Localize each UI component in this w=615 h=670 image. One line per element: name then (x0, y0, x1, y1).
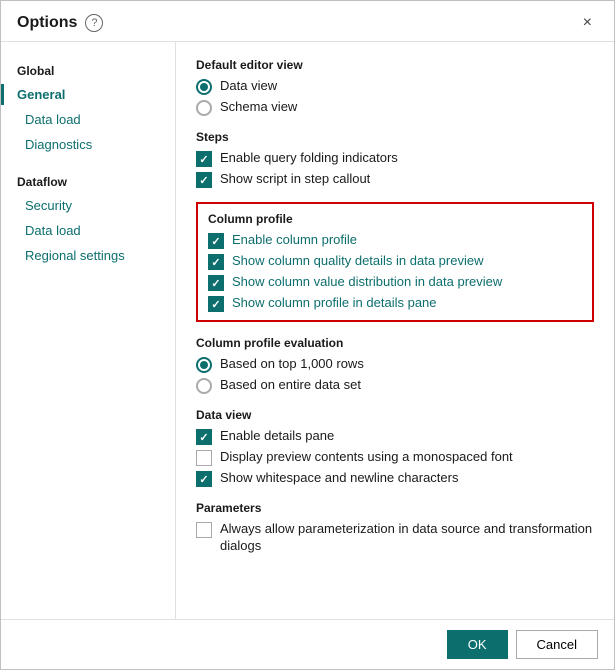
checkbox-enable-details-pane-box (196, 429, 212, 445)
checkbox-value-distribution-box (208, 275, 224, 291)
checkbox-monospaced-font[interactable]: Display preview contents using a monospa… (196, 449, 594, 466)
checkbox-query-folding-label: Enable query folding indicators (220, 150, 398, 167)
global-section-title: Global (1, 58, 175, 82)
checkbox-enable-details-pane[interactable]: Enable details pane (196, 428, 594, 445)
checkbox-enable-column-profile-label: Enable column profile (232, 232, 357, 249)
checkbox-query-folding-box (196, 151, 212, 167)
checkbox-monospaced-font-label: Display preview contents using a monospa… (220, 449, 513, 466)
data-view-title: Data view (196, 408, 594, 422)
radio-top-1000-label: Based on top 1,000 rows (220, 356, 364, 373)
radio-data-view-label: Data view (220, 78, 277, 95)
default-editor-view-section: Default editor view Data view Schema vie… (196, 58, 594, 116)
column-profile-evaluation-options: Based on top 1,000 rows Based on entire … (196, 356, 594, 394)
dialog-title: Options (17, 14, 77, 32)
sidebar-item-diagnostics[interactable]: Diagnostics (1, 132, 175, 157)
steps-options: Enable query folding indicators Show scr… (196, 150, 594, 188)
default-editor-view-options: Data view Schema view (196, 78, 594, 116)
checkbox-query-folding[interactable]: Enable query folding indicators (196, 150, 594, 167)
checkbox-enable-column-profile-box (208, 233, 224, 249)
radio-top-1000-circle (196, 357, 212, 373)
ok-button[interactable]: OK (447, 630, 508, 659)
sidebar-item-general[interactable]: General (1, 82, 175, 107)
checkbox-profile-details-pane-box (208, 296, 224, 312)
radio-entire-dataset[interactable]: Based on entire data set (196, 377, 594, 394)
checkbox-quality-details-box (208, 254, 224, 270)
radio-data-view-circle (196, 79, 212, 95)
checkbox-enable-details-pane-label: Enable details pane (220, 428, 334, 445)
radio-schema-view-label: Schema view (220, 99, 297, 116)
radio-entire-dataset-label: Based on entire data set (220, 377, 361, 394)
column-profile-section: Column profile Enable column profile Sho… (196, 202, 594, 322)
checkbox-quality-details-label: Show column quality details in data prev… (232, 253, 483, 270)
parameters-section: Parameters Always allow parameterization… (196, 501, 594, 555)
checkbox-whitespace-label: Show whitespace and newline characters (220, 470, 458, 487)
radio-top-1000[interactable]: Based on top 1,000 rows (196, 356, 594, 373)
steps-title: Steps (196, 130, 594, 144)
checkbox-value-distribution-label: Show column value distribution in data p… (232, 274, 502, 291)
steps-section: Steps Enable query folding indicators Sh… (196, 130, 594, 188)
radio-entire-dataset-circle (196, 378, 212, 394)
checkbox-parameterization[interactable]: Always allow parameterization in data so… (196, 521, 594, 555)
help-icon[interactable]: ? (85, 14, 103, 32)
column-profile-evaluation-section: Column profile evaluation Based on top 1… (196, 336, 594, 394)
parameters-options: Always allow parameterization in data so… (196, 521, 594, 555)
sidebar-item-data-load-df[interactable]: Data load (1, 218, 175, 243)
checkbox-whitespace[interactable]: Show whitespace and newline characters (196, 470, 594, 487)
dialog-body: Global General Data load Diagnostics Dat… (1, 42, 614, 619)
column-profile-title: Column profile (208, 212, 582, 226)
checkbox-script-step[interactable]: Show script in step callout (196, 171, 594, 188)
radio-data-view[interactable]: Data view (196, 78, 594, 95)
checkbox-profile-details-pane-label: Show column profile in details pane (232, 295, 437, 312)
column-profile-evaluation-title: Column profile evaluation (196, 336, 594, 350)
data-view-section: Data view Enable details pane Display pr… (196, 408, 594, 487)
cancel-button[interactable]: Cancel (516, 630, 598, 659)
column-profile-options: Enable column profile Show column qualit… (208, 232, 582, 312)
checkbox-monospaced-font-box (196, 450, 212, 466)
dataflow-section-title: Dataflow (1, 169, 175, 193)
sidebar: Global General Data load Diagnostics Dat… (1, 42, 176, 619)
title-row: Options ? (17, 14, 103, 32)
sidebar-item-security[interactable]: Security (1, 193, 175, 218)
checkbox-script-step-box (196, 172, 212, 188)
checkbox-enable-column-profile[interactable]: Enable column profile (208, 232, 582, 249)
checkbox-script-step-label: Show script in step callout (220, 171, 370, 188)
dialog-header: Options ? × (1, 1, 614, 42)
default-editor-view-title: Default editor view (196, 58, 594, 72)
checkbox-profile-details-pane[interactable]: Show column profile in details pane (208, 295, 582, 312)
checkbox-value-distribution[interactable]: Show column value distribution in data p… (208, 274, 582, 291)
dialog-footer: OK Cancel (1, 619, 614, 669)
checkbox-quality-details[interactable]: Show column quality details in data prev… (208, 253, 582, 270)
radio-schema-view[interactable]: Schema view (196, 99, 594, 116)
options-dialog: Options ? × Global General Data load Dia… (0, 0, 615, 670)
checkbox-parameterization-label: Always allow parameterization in data so… (220, 521, 594, 555)
checkbox-parameterization-box (196, 522, 212, 538)
data-view-options: Enable details pane Display preview cont… (196, 428, 594, 487)
close-button[interactable]: × (577, 13, 598, 33)
parameters-title: Parameters (196, 501, 594, 515)
sidebar-item-regional-settings[interactable]: Regional settings (1, 243, 175, 268)
main-content: Default editor view Data view Schema vie… (176, 42, 614, 619)
radio-schema-view-circle (196, 100, 212, 116)
sidebar-item-data-load[interactable]: Data load (1, 107, 175, 132)
checkbox-whitespace-box (196, 471, 212, 487)
